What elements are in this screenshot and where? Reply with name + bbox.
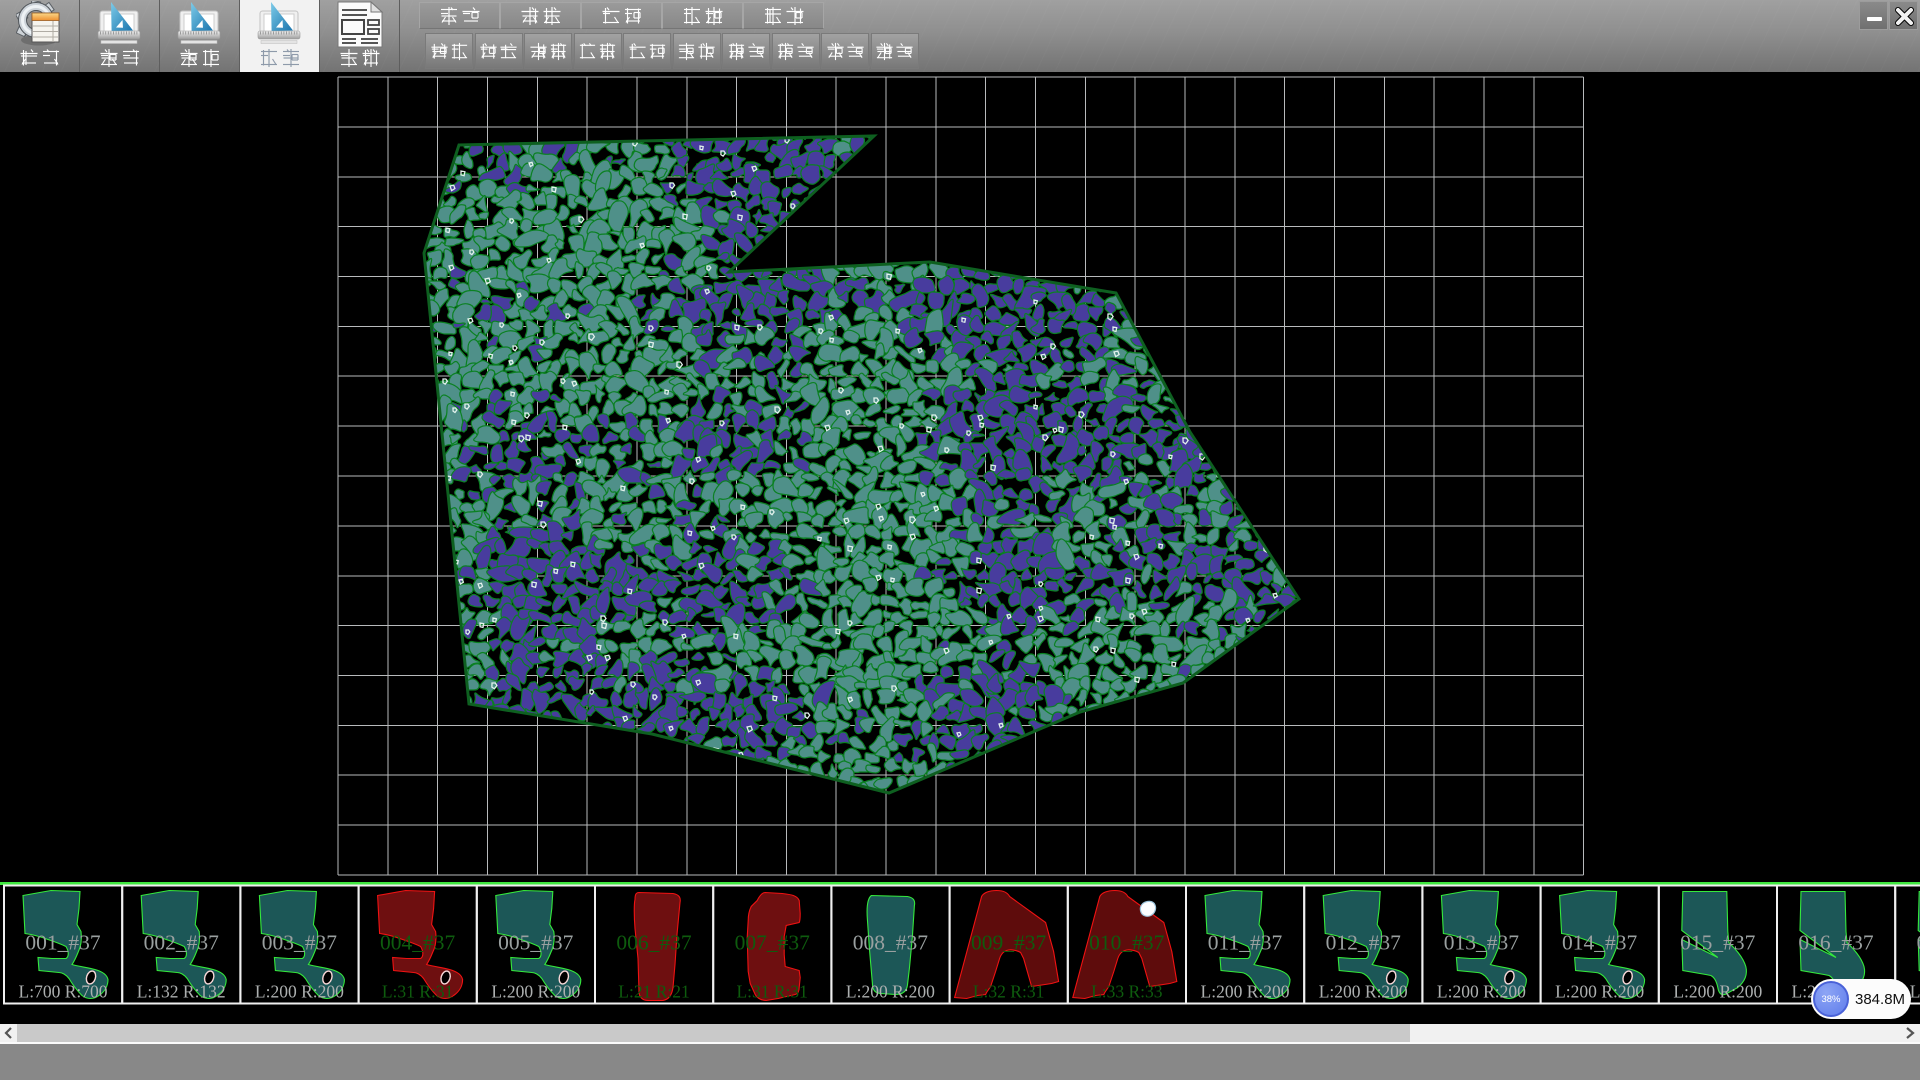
svg-text:013_#37: 013_#37: [1444, 931, 1520, 955]
svg-text:006_#37: 006_#37: [616, 931, 692, 955]
svg-text:010_#37: 010_#37: [1089, 931, 1165, 955]
svg-text:L:200 R:200: L:200 R:200: [491, 982, 580, 1002]
svg-text:011_#37: 011_#37: [1208, 931, 1283, 955]
svg-text:L:200 R:200: L:200 R:200: [1319, 982, 1408, 1002]
svg-text:005_#37: 005_#37: [498, 931, 574, 955]
svg-text:L:200 R:200: L:200 R:200: [1555, 982, 1644, 1002]
svg-text:L:31 R:31: L:31 R:31: [736, 982, 807, 1002]
svg-text:015_#37: 015_#37: [1680, 931, 1756, 955]
svg-text:L:200 R:200: L:200 R:200: [1437, 982, 1526, 1002]
svg-text:L:700 R:700: L:700 R:700: [19, 982, 108, 1002]
svg-text:L:200 R:200: L:200 R:200: [1910, 982, 1920, 1002]
svg-text:012_#37: 012_#37: [1326, 931, 1402, 955]
svg-text:L:31 R:31: L:31 R:31: [382, 982, 453, 1002]
svg-text:L:32 R:31: L:32 R:31: [973, 982, 1044, 1002]
svg-text:L:132 R:132: L:132 R:132: [137, 982, 226, 1002]
svg-text:L:200 R:200: L:200 R:200: [1201, 982, 1290, 1002]
svg-text:004_#37: 004_#37: [380, 931, 456, 955]
svg-text:002_#37: 002_#37: [144, 931, 220, 955]
svg-text:007_#37: 007_#37: [735, 931, 811, 955]
svg-text:001_#37: 001_#37: [25, 931, 101, 955]
svg-text:L:33 R:33: L:33 R:33: [1091, 982, 1163, 1002]
svg-text:L:200 R:200: L:200 R:200: [255, 982, 344, 1002]
svg-text:L:200 R:200: L:200 R:200: [1673, 982, 1762, 1002]
svg-text:008_#37: 008_#37: [853, 931, 929, 955]
svg-text:003_#37: 003_#37: [262, 931, 338, 955]
svg-text:017_#37: 017_#37: [1917, 931, 1920, 955]
svg-text:009_#37: 009_#37: [971, 931, 1047, 955]
svg-text:014_#37: 014_#37: [1562, 931, 1638, 955]
svg-text:L:21 R:21: L:21 R:21: [618, 982, 689, 1002]
svg-text:L:200 R:200: L:200 R:200: [846, 982, 935, 1002]
svg-text:016_#37: 016_#37: [1798, 931, 1874, 955]
